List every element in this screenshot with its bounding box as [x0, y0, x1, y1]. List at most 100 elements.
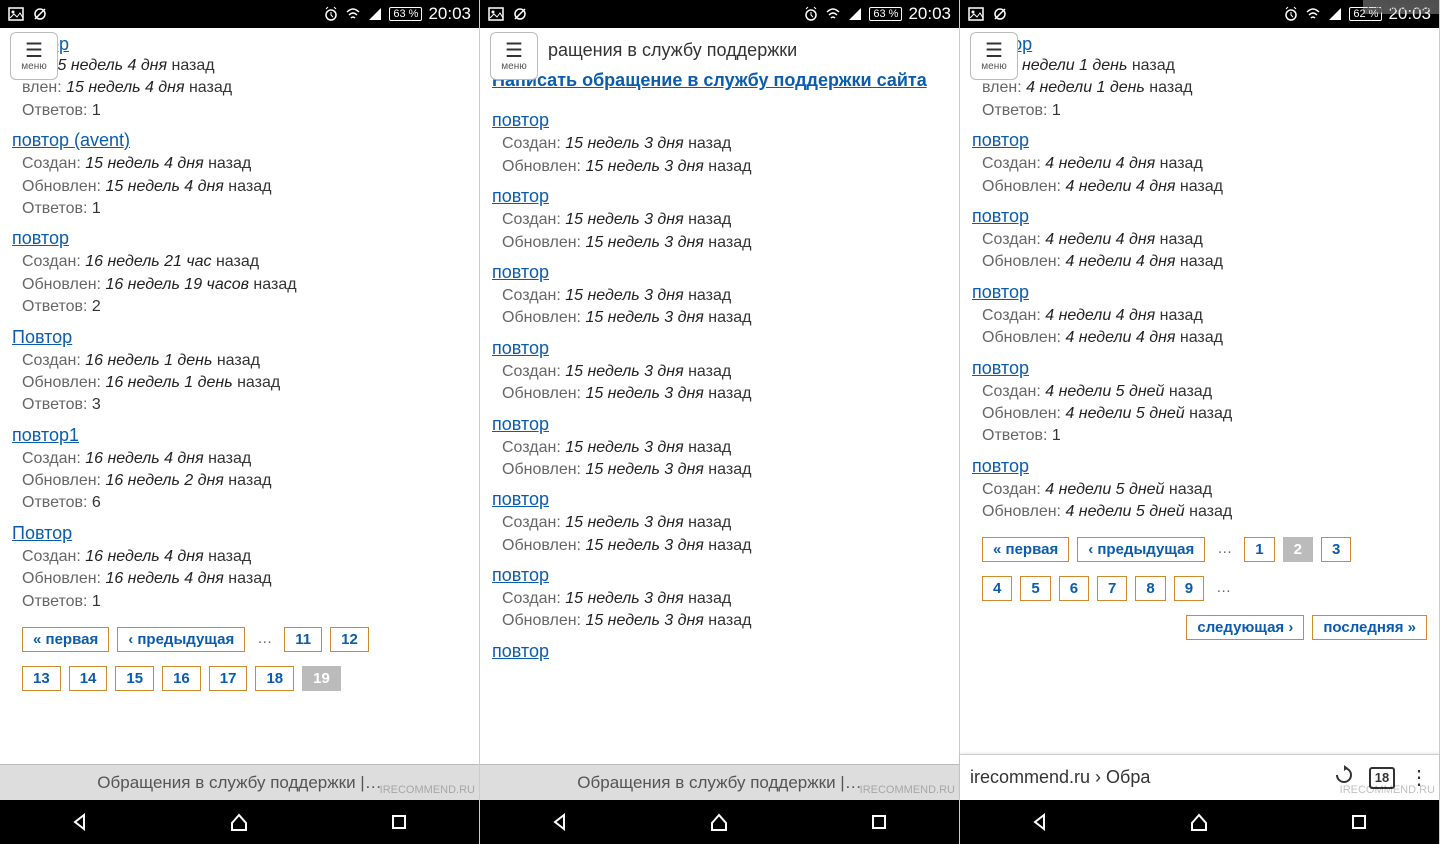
page-14[interactable]: 14	[69, 666, 108, 691]
watermark: IRECOMMEND.RU	[1340, 784, 1435, 796]
page-ellipsis: …	[253, 627, 276, 652]
page-1[interactable]: 1	[1244, 537, 1274, 562]
home-button[interactable]	[1185, 808, 1213, 836]
page-7[interactable]: 7	[1097, 576, 1127, 601]
ticket-link[interactable]: повтор	[972, 282, 1029, 303]
ticket-link[interactable]: повтор	[972, 206, 1029, 227]
ticket-link[interactable]: повтор	[12, 228, 69, 249]
page-2[interactable]: 2	[1283, 537, 1313, 562]
watermark: IRECOMMEND.RU	[380, 784, 475, 796]
android-nav-bar	[480, 800, 959, 844]
page-last[interactable]: последняя »	[1312, 615, 1427, 640]
ticket-meta: ан: 15 недель 4 дня назадвлен: 15 недель…	[12, 55, 467, 122]
ticket-link[interactable]: повтор	[492, 110, 549, 131]
ticket-meta: Создан: 15 недель 3 дня назадОбновлен: 1…	[492, 512, 947, 557]
menu-label: меню	[981, 61, 1006, 72]
page-8[interactable]: 8	[1135, 576, 1165, 601]
content-area: Повторан: 4 недели 1 день назадвлен: 4 н…	[960, 28, 1439, 844]
ticket-meta: Создан: 16 недель 21 час назадОбновлен: …	[12, 251, 467, 318]
back-button[interactable]	[66, 808, 94, 836]
ticket-meta: Создан: 16 недель 4 дня назадОбновлен: 1…	[12, 448, 467, 515]
page-15[interactable]: 15	[115, 666, 154, 691]
ticket-link-cut[interactable]: повтор	[492, 641, 549, 662]
page-next[interactable]: следующая ›	[1186, 615, 1304, 640]
menu-button[interactable]: ☰ меню	[970, 32, 1018, 80]
screenshot-1: 63 % 20:03 ☰ меню повтор ан: 15 недель 4 …	[0, 0, 480, 844]
android-nav-bar	[0, 800, 479, 844]
ticket-meta: Создан: 15 недель 4 дня назадОбновлен: 1…	[12, 153, 467, 220]
pagination-row2: 13 14 15 16 17 18 19	[12, 666, 467, 691]
ticket-link[interactable]: повтор	[972, 130, 1029, 151]
page-18[interactable]: 18	[255, 666, 294, 691]
page-11[interactable]: 11	[284, 627, 322, 652]
home-button[interactable]	[225, 808, 253, 836]
page-prev[interactable]: ‹ предыдущая	[1077, 537, 1205, 562]
write-request-link[interactable]: Написать обращение в службу поддержки са…	[492, 69, 947, 92]
hamburger-icon: ☰	[505, 41, 523, 61]
ticket-meta: Создан: 4 недели 4 дня назадОбновлен: 4 …	[972, 229, 1427, 274]
page-16[interactable]: 16	[162, 666, 201, 691]
ticket-link[interactable]: повтор	[492, 489, 549, 510]
ticket-meta: ан: 4 недели 1 день назадвлен: 4 недели …	[972, 55, 1427, 122]
ticket-link[interactable]: повтор	[492, 338, 549, 359]
screenshot-2: 63 % 20:03 ☰ меню ращения в службу подде…	[480, 0, 960, 844]
status-bar: 63 % 20:03	[480, 0, 959, 28]
page-prev[interactable]: ‹ предыдущая	[117, 627, 245, 652]
pagination: « первая ‹ предыдущая … 11 12	[12, 627, 467, 652]
ticket-link[interactable]: повтор1	[12, 425, 79, 446]
clock: 20:03	[908, 4, 951, 24]
ticket-meta: Создан: 4 недели 5 дней назадОбновлен: 4…	[972, 479, 1427, 524]
wifi-icon	[825, 6, 841, 22]
picture-icon	[968, 6, 984, 22]
status-bar: 63 % 20:03	[0, 0, 479, 28]
menu-button[interactable]: ☰ меню	[490, 32, 538, 80]
page-17[interactable]: 17	[209, 666, 248, 691]
page-19[interactable]: 19	[302, 666, 341, 691]
hamburger-icon: ☰	[985, 41, 1003, 61]
ticket-link[interactable]: повтор	[972, 358, 1029, 379]
back-button[interactable]	[1026, 808, 1054, 836]
ticket-link[interactable]: повтор	[492, 414, 549, 435]
ticket-link[interactable]: повтор	[492, 565, 549, 586]
recent-button[interactable]	[385, 808, 413, 836]
menu-button[interactable]: ☰ меню	[10, 32, 58, 80]
page-4[interactable]: 4	[982, 576, 1012, 601]
signal-icon	[1327, 6, 1343, 22]
recent-button[interactable]	[1345, 808, 1373, 836]
no-location-icon	[992, 6, 1008, 22]
page-13[interactable]: 13	[22, 666, 61, 691]
ticket-meta: Создан: 16 недель 4 дня назадОбновлен: 1…	[12, 546, 467, 613]
ticket-link[interactable]: Повтор	[12, 523, 72, 544]
screenshot-3: 62 % 20:03 Суриманская ☰ меню Повторан: …	[960, 0, 1440, 844]
page-first[interactable]: « первая	[982, 537, 1069, 562]
ticket-link[interactable]: Повтор	[12, 327, 72, 348]
url-field[interactable]: irecommend.ru › Обра	[970, 767, 1319, 788]
page-6[interactable]: 6	[1059, 576, 1089, 601]
page-12[interactable]: 12	[330, 627, 369, 652]
back-button[interactable]	[546, 808, 574, 836]
signal-icon	[367, 6, 383, 22]
ticket-meta: Создан: 4 недели 4 дня назадОбновлен: 4 …	[972, 153, 1427, 198]
page-5[interactable]: 5	[1020, 576, 1050, 601]
no-location-icon	[32, 6, 48, 22]
ticket-link[interactable]: повтор (avent)	[12, 130, 130, 151]
page-first[interactable]: « первая	[22, 627, 109, 652]
hamburger-icon: ☰	[25, 41, 43, 61]
page-9[interactable]: 9	[1174, 576, 1204, 601]
content-area: повтор ан: 15 недель 4 дня назадвлен: 15 …	[0, 28, 479, 844]
battery-indicator: 63 %	[389, 7, 422, 21]
picture-icon	[8, 6, 24, 22]
recent-button[interactable]	[865, 808, 893, 836]
page-3[interactable]: 3	[1321, 537, 1351, 562]
home-button[interactable]	[705, 808, 733, 836]
page-header: ращения в службу поддержки	[492, 40, 947, 61]
ticket-link[interactable]: повтор	[492, 186, 549, 207]
ticket-link[interactable]: повтор	[492, 262, 549, 283]
pagination: « первая‹ предыдущая…123	[972, 537, 1427, 562]
ticket-meta: Создан: 15 недель 3 дня назадОбновлен: 1…	[492, 588, 947, 633]
page-ellipsis: …	[1212, 576, 1235, 601]
ticket-meta: Создан: 15 недель 3 дня назадОбновлен: 1…	[492, 209, 947, 254]
watermark: IRECOMMEND.RU	[860, 784, 955, 796]
ticket-link[interactable]: повтор	[972, 456, 1029, 477]
ticket-meta: Создан: 15 недель 3 дня назадОбновлен: 1…	[492, 285, 947, 330]
